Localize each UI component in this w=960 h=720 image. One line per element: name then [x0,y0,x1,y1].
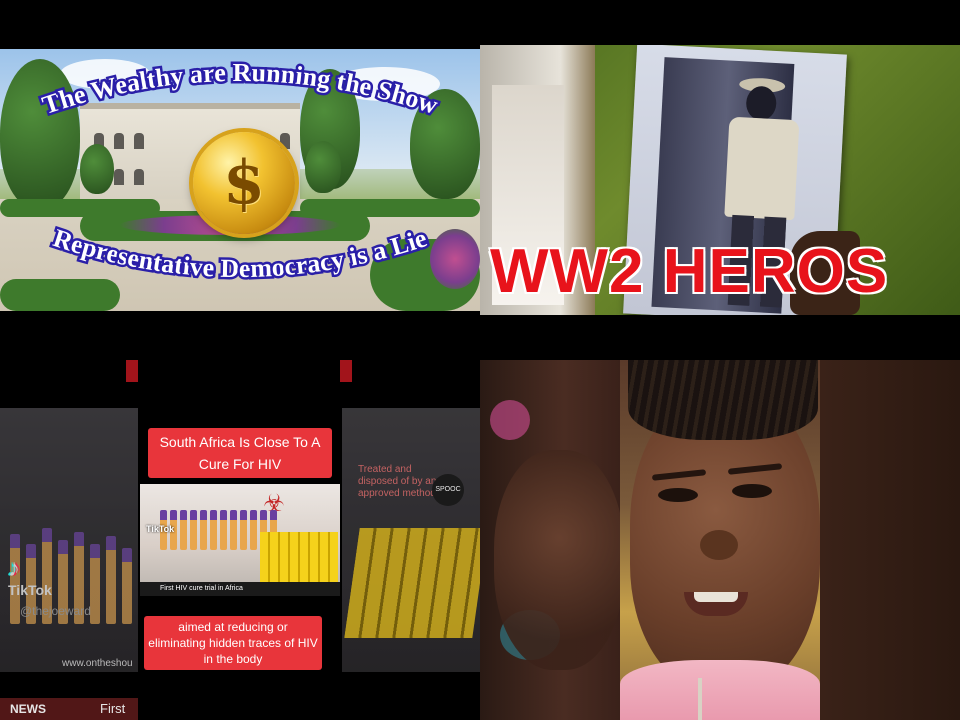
tiktok-logo: ♪ TikTok [8,555,52,599]
video-thumbnail-ww2[interactable]: WW2 HEROS [480,45,960,315]
channel-logo: SPOOC [432,474,464,506]
caption-top: South Africa Is Close To A Cure For HIV [148,428,332,478]
source-url: www.ontheshou [62,658,133,669]
video-thumbnail-hiv[interactable]: ♪ TikTok @thejoeward NEWS First Treated … [0,356,480,720]
lab-video: ☣ TikTok First HIV cure trial in Africa [140,484,340,596]
blurred-background-left: ♪ TikTok @thejoeward NEWS First [0,408,138,720]
eye [658,488,698,502]
red-marker [126,360,138,382]
caption-top-curved: The Wealthy are Running the Show [39,58,442,120]
tiktok-mini-label: TikTok [146,524,175,534]
necklace [698,678,702,720]
caption-bottom: aimed at reducing or eliminating hidden … [144,616,322,670]
video-thumbnail-portrait[interactable] [480,360,960,720]
news-brand: NEWS [10,702,46,716]
news-ticker-bar: NEWS First [0,698,138,720]
tiktok-video-frame: South Africa Is Close To A Cure For HIV … [140,356,340,720]
eye [732,484,772,498]
caption-bottom-curved: Representative Democracy is a Lie [50,223,430,283]
tiktok-username: @thejoeward [20,604,91,618]
news-first-word: First [100,701,126,716]
blurred-background-right: Treated and disposed of by an approved m… [342,408,480,672]
braided-hair [628,360,818,440]
pink-shirt [620,660,820,720]
blurred-background-left [480,360,624,720]
video-ticker: First HIV cure trial in Africa [140,582,340,596]
yellow-tube-rack [344,528,480,638]
blurred-face [494,450,624,670]
headline-ww2: WW2 HEROS [489,236,889,307]
blurred-background-right [820,360,960,720]
nose [700,530,738,560]
curved-captions: The Wealthy are Running the Show Represe… [36,55,444,285]
yellow-tube-rack [260,532,338,588]
tiktok-label: TikTok [8,582,52,598]
tiktok-icon: ♪ [8,555,20,582]
video-thumbnail-wealthy[interactable]: $ The Wealthy are Running the Show Repre… [0,49,480,311]
biohazard-label-text: Treated and disposed of by an approved m… [358,464,437,499]
red-marker [340,360,352,382]
